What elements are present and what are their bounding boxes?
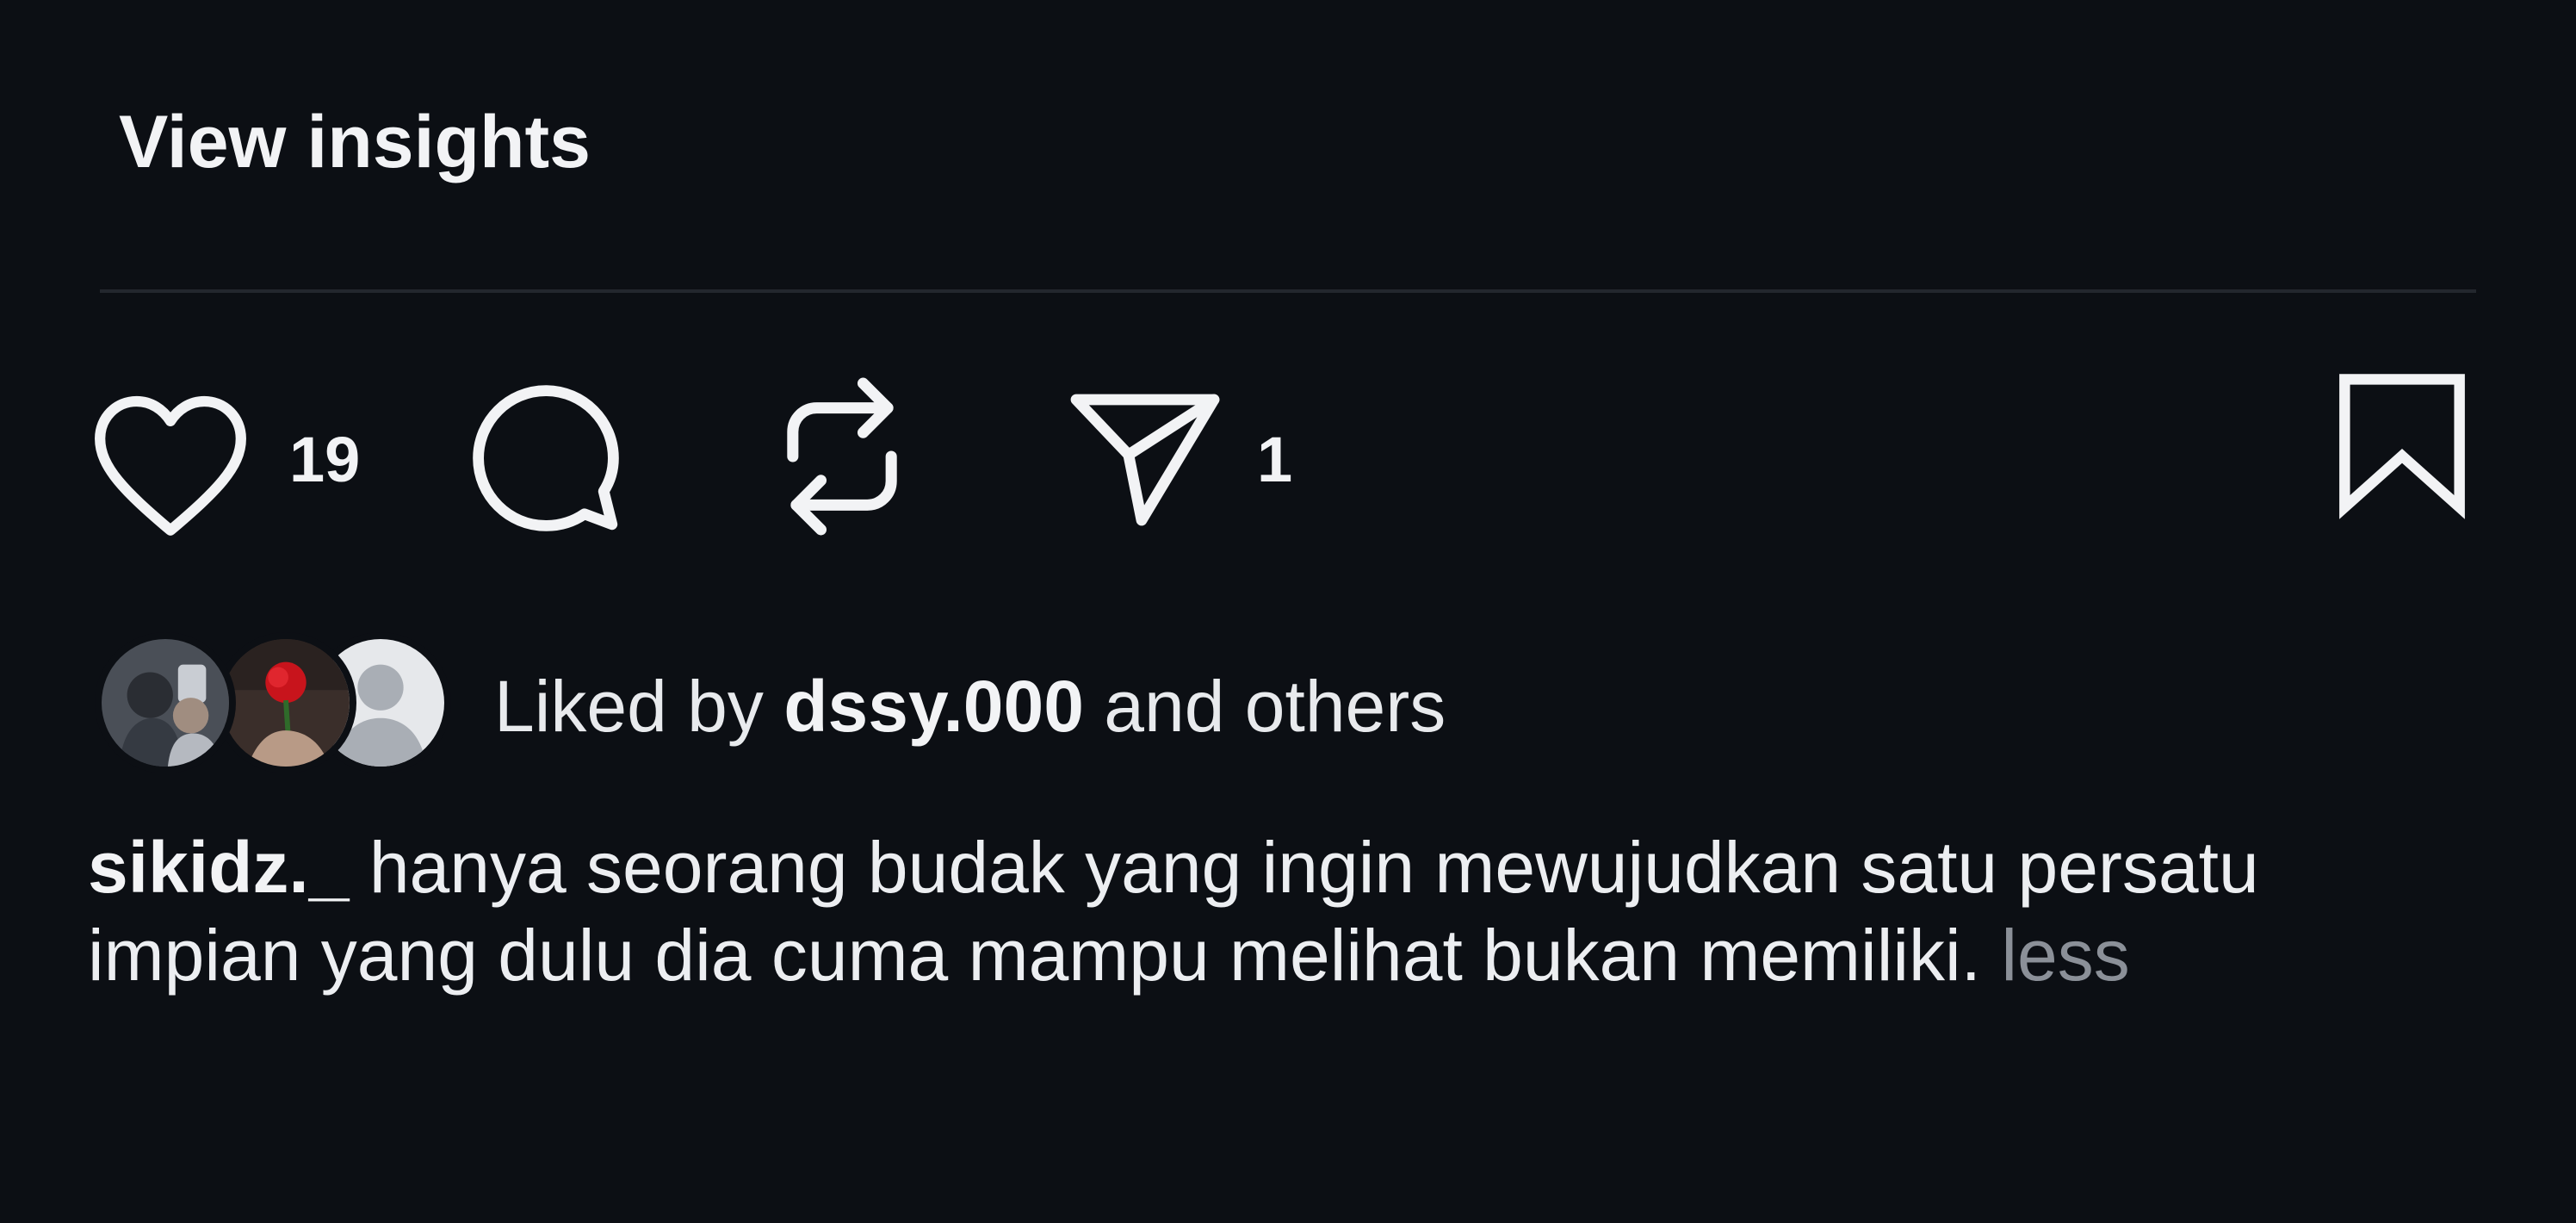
repost-button[interactable] <box>771 372 913 541</box>
paper-plane-icon <box>1070 394 1220 526</box>
bookmark-button[interactable] <box>2333 367 2471 522</box>
share-button[interactable] <box>1061 382 1229 534</box>
liked-by-username[interactable]: dssy.000 <box>783 666 1084 747</box>
post-caption: sikidz._ hanya seorang budak yang ingin … <box>88 823 2447 999</box>
liker-avatar-1 <box>95 632 236 773</box>
liked-by-text[interactable]: Liked by dssy.000 and others <box>494 663 1446 749</box>
heart-icon <box>95 395 246 536</box>
divider <box>100 289 2476 293</box>
like-button[interactable] <box>84 386 257 541</box>
liker-avatar-2 <box>215 632 356 773</box>
like-count: 19 <box>289 424 361 495</box>
view-insights-link[interactable]: View insights <box>119 96 591 188</box>
caption-text: hanya seorang budak yang ingin mewujudka… <box>88 827 2259 996</box>
bookmark-icon <box>2339 374 2465 519</box>
repost-arrows-icon <box>787 377 897 536</box>
caption-less-toggle[interactable]: less <box>2001 915 2129 996</box>
liked-by-avatars[interactable] <box>95 632 451 777</box>
liked-by-suffix: and others <box>1104 666 1446 747</box>
caption-username[interactable]: sikidz._ <box>88 827 349 908</box>
speech-bubble-icon <box>473 385 619 531</box>
comment-button[interactable] <box>463 376 629 541</box>
share-count: 1 <box>1257 424 1293 495</box>
liked-by-prefix: Liked by <box>494 666 764 747</box>
